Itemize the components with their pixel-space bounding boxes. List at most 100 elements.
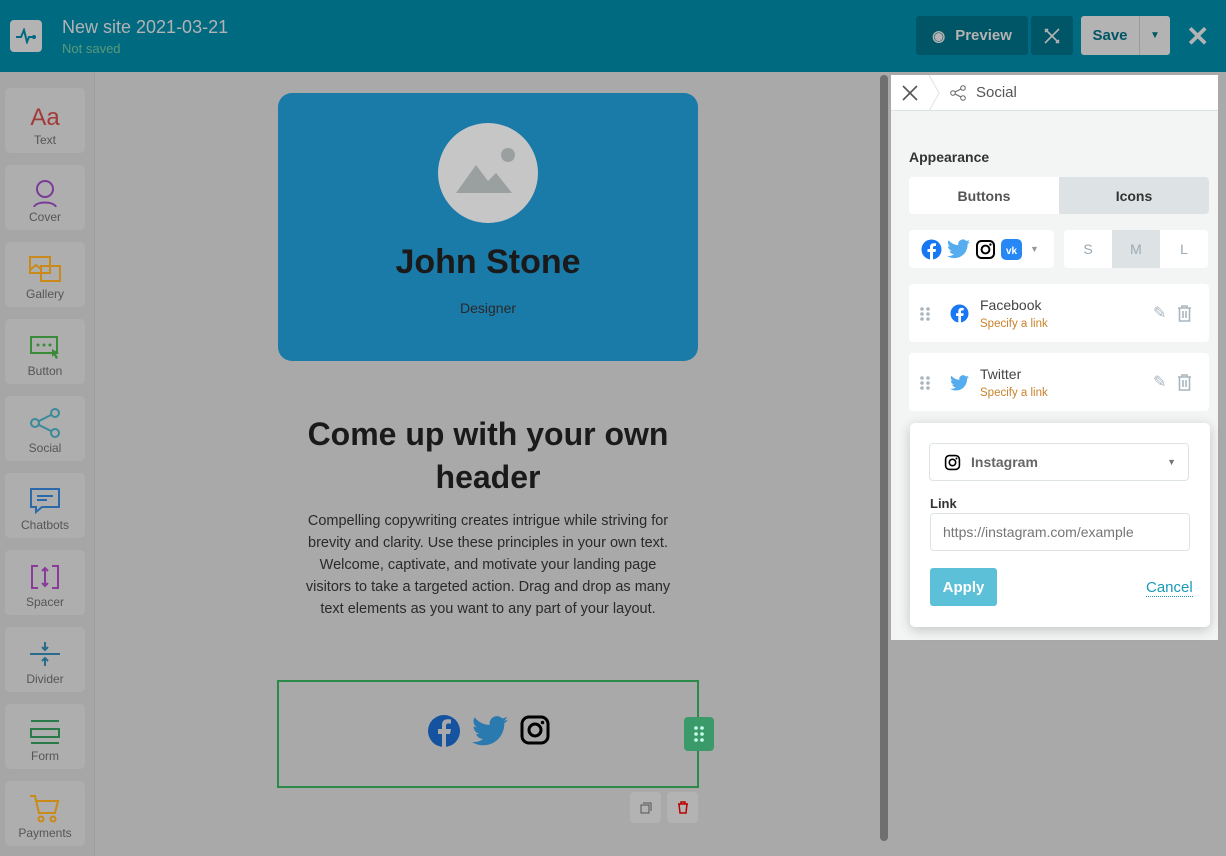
profile-role[interactable]: Designer bbox=[278, 300, 698, 316]
profile-card[interactable]: John Stone Designer bbox=[278, 93, 698, 361]
tab-buttons[interactable]: Buttons bbox=[909, 177, 1059, 214]
text-icon: Aa bbox=[30, 104, 60, 130]
chevron-separator-icon bbox=[928, 74, 940, 111]
close-icon[interactable]: ✕ bbox=[1186, 20, 1209, 53]
eye-icon: ◉ bbox=[932, 27, 946, 45]
twitter-icon bbox=[472, 716, 508, 746]
sidebar-item-gallery[interactable]: Gallery bbox=[5, 242, 85, 307]
instagram-icon bbox=[975, 239, 996, 259]
duplicate-button[interactable] bbox=[630, 792, 661, 823]
facebook-icon bbox=[921, 239, 942, 260]
drag-handle[interactable] bbox=[684, 717, 714, 751]
svg-text:Aa: Aa bbox=[30, 104, 60, 130]
canvas-scrollbar[interactable] bbox=[880, 75, 888, 841]
pencil-ruler-icon bbox=[1044, 27, 1060, 44]
drag-grip-icon[interactable] bbox=[919, 375, 931, 391]
drag-grip-icon[interactable] bbox=[919, 306, 931, 322]
sidebar-item-button[interactable]: Button bbox=[5, 319, 85, 384]
trash-icon[interactable] bbox=[1177, 305, 1192, 322]
sidebar-item-social[interactable]: Social bbox=[5, 396, 85, 461]
facebook-icon bbox=[428, 715, 460, 747]
sidebar-item-label: Cover bbox=[28, 210, 61, 224]
link-input[interactable] bbox=[930, 513, 1190, 551]
trash-icon bbox=[677, 801, 688, 814]
size-l[interactable]: L bbox=[1160, 230, 1208, 268]
cover-icon bbox=[33, 180, 57, 207]
pencil-ruler-icon[interactable] bbox=[901, 84, 919, 102]
caret-down-icon: ▼ bbox=[1150, 30, 1160, 41]
save-button[interactable]: Save bbox=[1081, 16, 1139, 55]
breadcrumb-current: Social bbox=[976, 84, 1017, 101]
section-heading[interactable]: Come up with your own header bbox=[288, 413, 688, 499]
edit-icon[interactable]: ✎ bbox=[1153, 372, 1166, 392]
site-title: New site 2021-03-21 bbox=[62, 17, 229, 37]
section-paragraph[interactable]: Compelling copywriting creates intrigue … bbox=[300, 510, 676, 620]
chatbots-icon bbox=[30, 488, 60, 515]
button-icon bbox=[30, 336, 59, 359]
trash-icon[interactable] bbox=[1177, 374, 1192, 391]
social-icon bbox=[30, 408, 60, 438]
facebook-icon bbox=[950, 304, 969, 323]
twitter-icon bbox=[947, 239, 970, 259]
social-block-selected[interactable] bbox=[277, 680, 699, 788]
twitter-icon bbox=[950, 375, 969, 391]
vk-icon: vk bbox=[1001, 238, 1022, 260]
size-selector: S M L bbox=[1064, 230, 1208, 268]
network-item-facebook[interactable]: Facebook Specify a link ✎ bbox=[909, 284, 1209, 342]
sidebar-item-label: Form bbox=[31, 749, 59, 763]
apply-button[interactable]: Apply bbox=[930, 568, 997, 606]
specify-link-hint[interactable]: Specify a link bbox=[980, 318, 1048, 330]
size-m[interactable]: M bbox=[1112, 230, 1160, 268]
size-s[interactable]: S bbox=[1064, 230, 1112, 268]
sidebar-item-chatbots[interactable]: Chatbots bbox=[5, 473, 85, 538]
caret-down-icon: ▼ bbox=[1030, 244, 1039, 254]
cancel-link[interactable]: Cancel bbox=[1146, 579, 1193, 597]
spacer-icon bbox=[31, 565, 59, 589]
sidebar-item-form[interactable]: Form bbox=[5, 704, 85, 769]
save-status: Not saved bbox=[62, 41, 121, 56]
sidebar-item-label: Text bbox=[33, 133, 56, 147]
sidebar-item-payments[interactable]: Payments bbox=[5, 781, 85, 846]
edit-icon[interactable]: ✎ bbox=[1153, 303, 1166, 323]
network-name: Twitter bbox=[980, 366, 1022, 382]
instagram-icon bbox=[520, 715, 550, 745]
sidebar-item-divider[interactable]: Divider bbox=[5, 627, 85, 692]
payments-icon bbox=[30, 795, 60, 823]
copy-icon bbox=[640, 802, 651, 813]
sidebar-item-spacer[interactable]: Spacer bbox=[5, 550, 85, 615]
image-icon bbox=[456, 148, 515, 193]
icon-style-select[interactable]: vk ▼ bbox=[909, 230, 1054, 268]
sidebar-item-label: Spacer bbox=[25, 595, 65, 609]
sidebar-item-label: Payments bbox=[18, 826, 72, 840]
network-name: Facebook bbox=[980, 297, 1042, 313]
design-tools-button[interactable] bbox=[1031, 16, 1073, 55]
preview-button[interactable]: ◉ Preview bbox=[916, 16, 1028, 55]
sidebar-item-text[interactable]: Aa Text bbox=[5, 88, 85, 153]
logo-icon[interactable] bbox=[10, 20, 42, 52]
sidebar-item-label: Chatbots bbox=[20, 518, 70, 532]
delete-block-button[interactable] bbox=[667, 792, 698, 823]
network-select[interactable]: Instagram ▼ bbox=[929, 443, 1189, 481]
add-network-popup: Instagram ▼ Link Apply Cancel bbox=[910, 423, 1210, 627]
profile-name[interactable]: John Stone bbox=[278, 243, 698, 282]
top-bar: New site 2021-03-21 Not saved ◉ Preview S… bbox=[0, 0, 1226, 72]
appearance-label: Appearance bbox=[909, 149, 990, 165]
selected-network: Instagram bbox=[971, 454, 1038, 470]
sidebar-item-label: Social bbox=[28, 441, 62, 455]
svg-text:vk: vk bbox=[1006, 246, 1018, 257]
sidebar-item-label: Gallery bbox=[25, 287, 64, 301]
sidebar-item-cover[interactable]: Cover bbox=[5, 165, 85, 230]
link-label: Link bbox=[930, 496, 957, 511]
form-icon bbox=[30, 720, 60, 744]
tab-icons[interactable]: Icons bbox=[1059, 177, 1209, 214]
save-dropdown-button[interactable]: ▼ bbox=[1139, 16, 1170, 55]
instagram-icon bbox=[944, 454, 961, 470]
sidebar-item-label: Divider bbox=[26, 672, 64, 686]
network-item-twitter[interactable]: Twitter Specify a link ✎ bbox=[909, 353, 1209, 411]
specify-link-hint[interactable]: Specify a link bbox=[980, 387, 1048, 399]
elements-sidebar: Aa Text Cover Gallery Button Social Chatbots Sp… bbox=[0, 72, 95, 856]
grip-icon bbox=[694, 726, 704, 742]
avatar-placeholder[interactable] bbox=[438, 123, 538, 223]
share-icon bbox=[950, 84, 966, 101]
sidebar-item-label: Button bbox=[27, 364, 63, 378]
